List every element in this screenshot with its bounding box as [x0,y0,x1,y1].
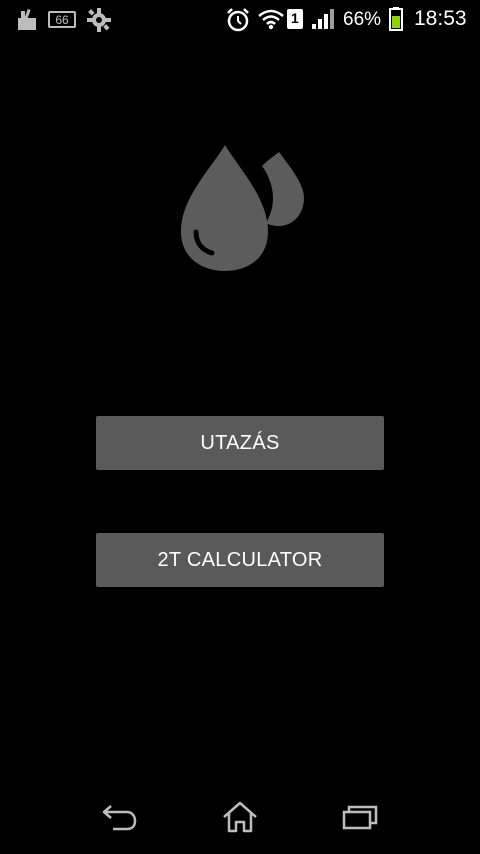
back-icon [101,802,139,837]
radio-66-icon: 66 [48,9,76,34]
sim-number: 1 [291,10,299,26]
alarm-clock-icon [225,7,251,38]
cleaner-icon [16,8,38,37]
recents-button[interactable] [310,784,410,854]
battery-icon [389,7,403,36]
utazas-button[interactable]: UTAZÁS [96,416,384,470]
signal-icon [311,8,335,35]
water-drops-icon [176,140,310,280]
battery-percent: 66% [343,9,382,30]
wifi-icon [257,7,285,36]
svg-text:66: 66 [55,13,69,27]
settings-gear-icon [86,7,112,38]
2t-calculator-button[interactable]: 2T CALCULATOR [96,533,384,587]
status-bar: 66 1 66% 18:53 [0,0,480,38]
clock-time: 18:53 [414,7,467,30]
recents-icon [341,802,379,837]
home-icon [221,800,259,839]
navigation-bar [0,784,480,854]
back-button[interactable] [70,784,170,854]
sim-icon: 1 [287,9,303,34]
home-button[interactable] [190,784,290,854]
